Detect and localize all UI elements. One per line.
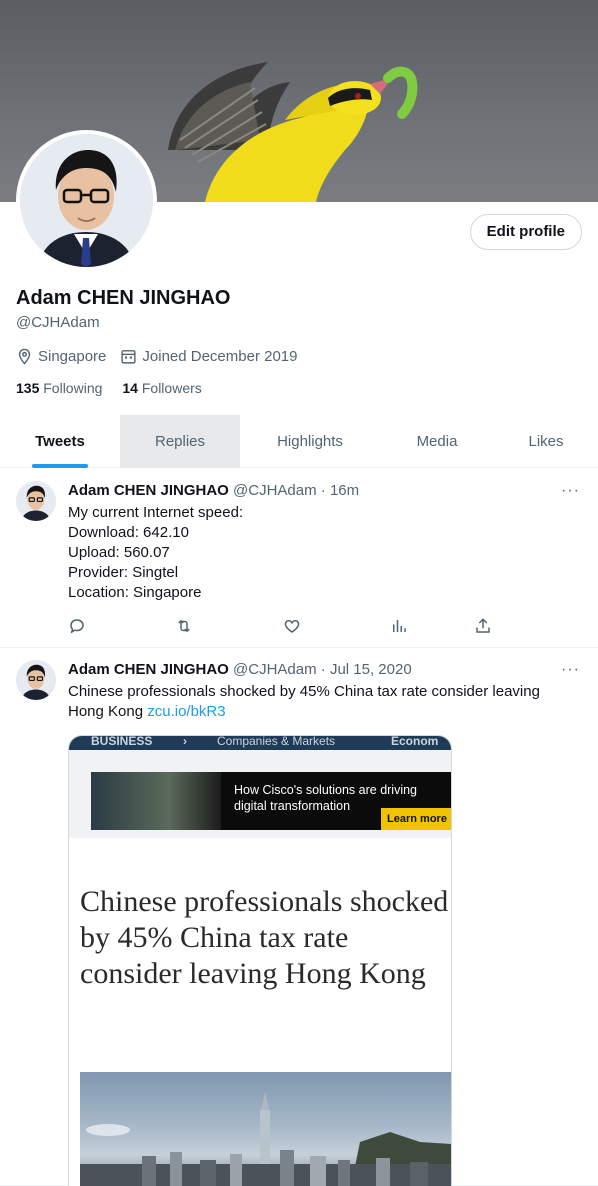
tab-tweets-label: Tweets [35,433,85,450]
tweet-link[interactable]: zcu.io/bkR3 [147,703,225,720]
share-icon[interactable] [466,615,500,637]
join-date: Joined December 2019 [120,348,298,365]
tweet-text-content: Chinese professionals shocked by 45% Chi… [68,683,540,720]
tweet-author-name[interactable]: Adam CHEN JINGHAO [68,482,229,499]
location-pin-icon [18,348,31,365]
following-link[interactable]: 135 Following [16,380,102,396]
article-nav-subsection: Companies & Markets [217,736,336,748]
tweet-avatar-photo [16,481,56,521]
ad-learn-more-button[interactable]: Learn more [381,808,451,830]
article-city-image [80,1072,451,1186]
article-ad-bar: How Cisco's solutions are driving digita… [69,750,451,838]
tab-highlights-label: Highlights [277,433,343,450]
like-icon[interactable] [275,615,309,637]
tweet-actions [60,615,520,637]
followers-label: Followers [141,380,202,396]
tab-highlights[interactable]: Highlights [240,415,380,468]
tweet-author-name[interactable]: Adam CHEN JINGHAO [68,661,229,678]
article-nav-economy: Econom [391,736,439,748]
ad-image [91,772,221,830]
following-count: 135 [16,380,40,396]
tweet-meta: @CJHAdam · 16m [233,482,360,499]
follow-stats: 135 Following 14 Followers [16,380,222,396]
tweet-header: Adam CHEN JINGHAO @CJHAdam · Jul 15, 202… [68,661,412,678]
tweet-avatar-photo [16,660,56,700]
tab-replies[interactable]: Replies [120,415,240,468]
article-nav-arrow: › [183,736,187,748]
profile-handle: @CJHAdam [16,314,100,331]
skyline-image [80,1092,451,1186]
tab-tweets[interactable]: Tweets [0,415,120,468]
more-options-icon[interactable]: ··· [561,482,580,500]
location: Singapore [16,348,106,365]
profile-avatar[interactable] [16,130,157,271]
more-options-icon[interactable]: ··· [561,661,580,679]
retweet-icon[interactable] [167,615,201,637]
article-nav: BUSINESS › Companies & Markets Econom [69,736,451,750]
tweet-line: Provider: Singtel [68,564,179,581]
following-label: Following [43,380,103,396]
tweet-text: My current Internet speed: Download: 642… [68,503,568,603]
article-headline: Chinese professionals shocked by 45% Chi… [80,885,449,990]
tweet-meta: @CJHAdam · Jul 15, 2020 [233,661,412,678]
article-nav-section: BUSINESS [91,736,153,748]
views-icon[interactable] [382,615,416,637]
tab-likes-label: Likes [528,433,564,450]
tab-media-label: Media [416,433,458,450]
tweet-line: Download: 642.10 [68,524,189,541]
tab-replies-label: Replies [154,433,206,450]
profile-tabs: Tweets Replies Highlights Media Likes [0,415,598,468]
article-card[interactable]: BUSINESS › Companies & Markets Econom Ho… [68,735,452,1186]
calendar-icon [121,350,136,364]
profile-meta: Singapore Joined December 2019 [16,348,312,365]
tab-likes[interactable]: Likes [494,415,598,468]
profile-name: Adam CHEN JINGHAO [16,287,231,309]
tweet-line: Location: Singapore [68,584,202,601]
tweet-line: My current Internet speed: [68,504,244,521]
edit-profile-button[interactable]: Edit profile [469,214,582,250]
followers-count: 14 [122,380,138,396]
join-date-text: Joined December 2019 [142,348,298,365]
active-tab-indicator [32,464,88,468]
tweet-line: Upload: 560.07 [68,544,170,561]
followers-link[interactable]: 14 Followers [122,380,201,396]
avatar-photo [20,134,153,267]
location-text: Singapore [38,348,107,365]
tab-media[interactable]: Media [380,415,494,468]
ad-banner[interactable]: How Cisco's solutions are driving digita… [91,772,451,830]
tweet-text: Chinese professionals shocked by 45% Chi… [68,682,568,722]
reply-icon[interactable] [60,615,94,637]
tweet-avatar[interactable] [16,481,56,521]
tweet-header: Adam CHEN JINGHAO @CJHAdam · 16m [68,482,359,499]
tweet-avatar[interactable] [16,660,56,700]
